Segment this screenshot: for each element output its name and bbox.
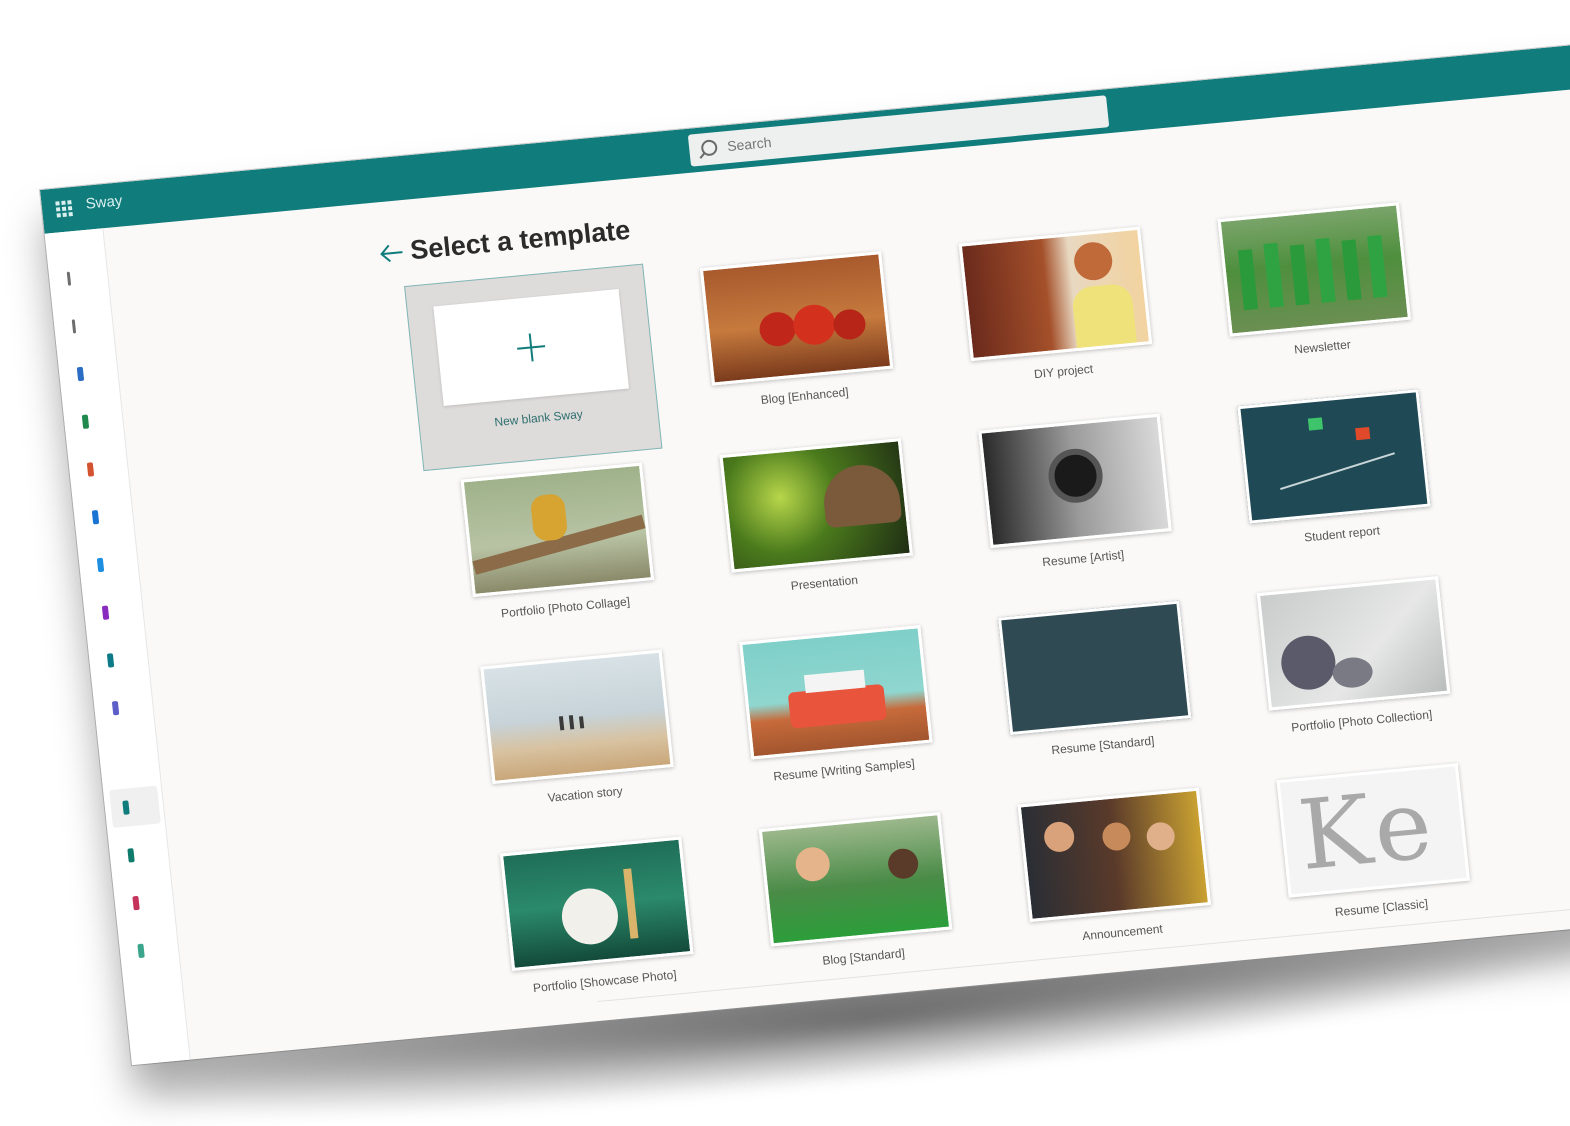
template-thumbnail xyxy=(1017,787,1212,923)
template-label: Presentation xyxy=(790,572,859,594)
template-card-resume-artist[interactable]: Resume [Artist] xyxy=(941,400,1214,611)
template-label: Resume [Classic] xyxy=(1334,896,1429,920)
rail-selected-highlight xyxy=(109,785,161,828)
sharepoint-icon[interactable] xyxy=(106,653,115,668)
outlook-icon[interactable] xyxy=(91,509,100,525)
template-card-portfolio-showcase-photo[interactable]: Portfolio [Showcase Photo] xyxy=(463,823,736,1034)
template-card-diy-project[interactable]: DIY project xyxy=(922,213,1195,424)
template-thumbnail xyxy=(1256,576,1451,711)
template-label: Portfolio [Showcase Photo] xyxy=(532,967,678,996)
template-card-blog-enhanced[interactable]: Blog [Enhanced] xyxy=(663,238,936,449)
template-thumbnail xyxy=(480,649,674,785)
template-label: Announcement xyxy=(1081,921,1164,944)
onenote-icon[interactable] xyxy=(101,605,110,620)
app-rail xyxy=(44,228,191,1066)
template-thumbnail xyxy=(1217,202,1412,337)
template-card-newsletter[interactable]: Newsletter xyxy=(1181,189,1454,400)
template-thumbnail xyxy=(460,462,655,598)
template-label: Portfolio [Photo Collection] xyxy=(1290,707,1433,735)
template-label: New blank Sway xyxy=(493,406,584,430)
template-card-announcement[interactable]: Announcement xyxy=(981,774,1254,985)
onedrive-icon[interactable] xyxy=(96,557,105,573)
template-label: Vacation story xyxy=(547,783,624,805)
template-grid: New blank Sway Blog [Enhanced] DIY proje… xyxy=(404,189,1512,1034)
template-label: Blog [Standard] xyxy=(821,945,906,968)
app-name[interactable]: Sway xyxy=(85,192,123,212)
template-card-resume-writing-samples[interactable]: Resume [Writing Samples] xyxy=(702,612,975,823)
template-card-student-report[interactable]: Student report xyxy=(1200,376,1473,587)
template-label: Portfolio [Photo Collage] xyxy=(500,594,631,621)
template-card-blog-standard[interactable]: Blog [Standard] xyxy=(722,799,995,1010)
search-input[interactable] xyxy=(724,103,1089,156)
teams-icon[interactable] xyxy=(111,700,120,716)
stage: Sway Search Select a template New blank … xyxy=(0,0,1570,1126)
template-card-new-blank[interactable]: New blank Sway xyxy=(404,263,663,472)
rail-item-2[interactable] xyxy=(71,319,77,334)
template-card-presentation[interactable]: Presentation xyxy=(683,425,956,636)
template-thumbnail xyxy=(499,836,694,971)
template-card-portfolio-photo-collection[interactable]: Portfolio [Photo Collection] xyxy=(1220,563,1493,774)
template-label: Blog [Enhanced] xyxy=(760,384,850,408)
rail-item-1[interactable] xyxy=(66,271,72,286)
template-label: DIY project xyxy=(1033,361,1094,382)
template-label: Resume [Standard] xyxy=(1050,733,1156,758)
template-label: Resume [Writing Samples] xyxy=(772,756,916,784)
template-card-resume-standard[interactable]: Resume [Standard] xyxy=(961,587,1234,798)
template-label: Resume [Artist] xyxy=(1041,547,1125,570)
search-box[interactable] xyxy=(687,95,1110,167)
excel-icon[interactable] xyxy=(81,414,90,429)
powerpoint-icon[interactable] xyxy=(86,462,95,477)
template-thumbnail xyxy=(1237,389,1431,524)
todo-icon[interactable] xyxy=(132,895,140,911)
word-icon[interactable] xyxy=(76,366,85,382)
search-icon xyxy=(700,139,719,157)
plus-icon xyxy=(516,332,547,362)
waffle-icon[interactable] xyxy=(55,200,73,218)
template-card-vacation-story[interactable]: Vacation story xyxy=(443,636,716,847)
classic-thumb-text: Ke xyxy=(1293,767,1443,892)
template-thumbnail xyxy=(699,251,894,386)
back-arrow-icon[interactable] xyxy=(377,239,406,267)
forms-icon[interactable] xyxy=(127,848,135,863)
template-label: Newsletter xyxy=(1293,337,1352,357)
template-card-resume-classic[interactable]: Ke Resume [Classic] xyxy=(1240,750,1513,961)
template-thumbnail xyxy=(958,226,1153,362)
sway-window: Sway Search Select a template New blank … xyxy=(40,43,1570,1066)
page-title: Select a template xyxy=(408,214,632,266)
template-card-portfolio-photo-collage[interactable]: Portfolio [Photo Collage] xyxy=(424,449,697,660)
header-row: Select a template xyxy=(377,215,632,270)
blank-tile[interactable] xyxy=(433,288,629,406)
template-label: Student report xyxy=(1303,523,1381,545)
template-thumbnail xyxy=(997,600,1192,736)
template-thumbnail xyxy=(739,625,933,760)
template-thumbnail xyxy=(978,413,1172,549)
template-thumbnail xyxy=(758,812,953,947)
template-thumbnail xyxy=(719,438,913,573)
template-thumbnail: Ke xyxy=(1276,763,1471,898)
rail-item-more[interactable] xyxy=(137,943,145,959)
